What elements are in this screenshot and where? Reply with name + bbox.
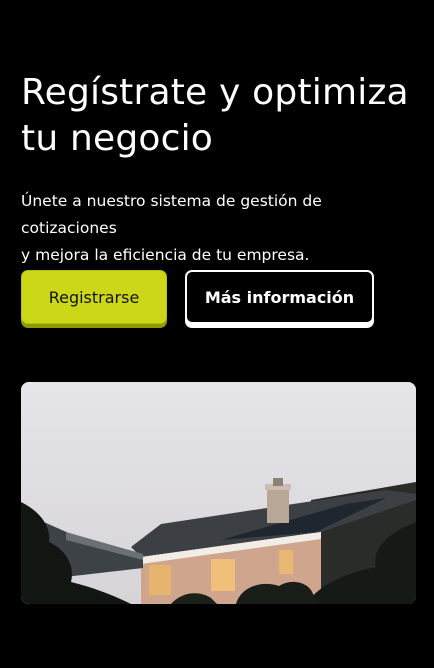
house-illustration — [21, 382, 416, 604]
register-button[interactable]: Registrarse — [21, 270, 167, 324]
house-photo — [21, 382, 416, 604]
hero-subtitle-line-1: Únete a nuestro sistema de gestión de co… — [21, 192, 322, 237]
hero-subtitle-line-2: y mejora la eficiencia de tu empresa. — [21, 246, 310, 264]
more-info-button[interactable]: Más información — [185, 270, 374, 324]
more-info-button-label: Más información — [204, 287, 355, 307]
hero-subtitle: Únete a nuestro sistema de gestión de co… — [21, 188, 421, 269]
register-button-label: Registrarse — [48, 287, 140, 307]
hero-title: Regístrate y optimiza tu negocio — [21, 70, 421, 162]
hero-title-line-2: tu negocio — [21, 118, 214, 159]
hero-title-line-1: Regístrate y optimiza — [21, 72, 409, 113]
